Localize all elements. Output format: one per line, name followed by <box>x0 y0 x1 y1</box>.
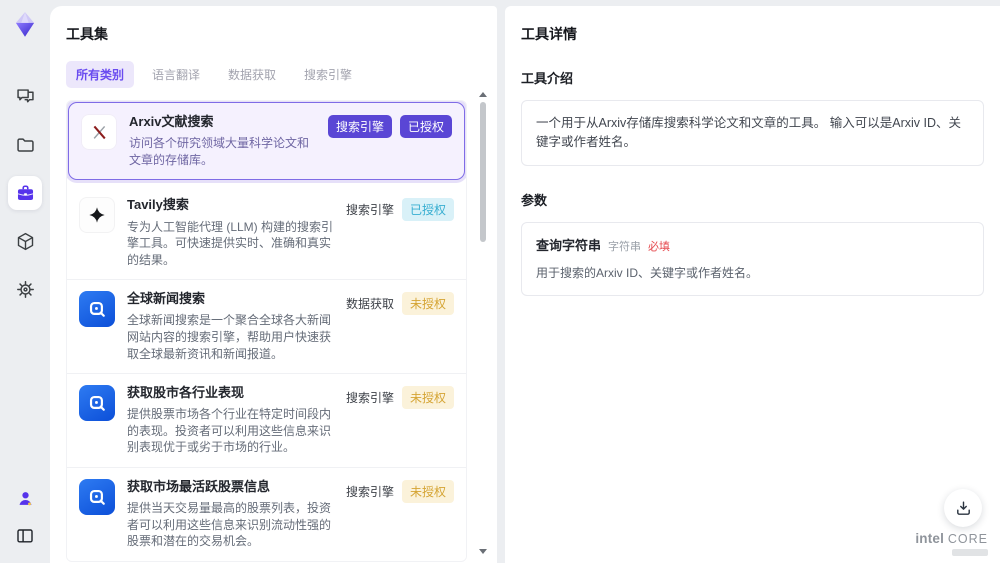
tool-description: 专为人工智能代理 (LLM) 构建的搜索引擎工具。可快速提供实时、准确和真实的结… <box>127 219 334 267</box>
tool-category-tag: 搜索引擎 <box>345 485 394 500</box>
blue-search-icon <box>79 479 115 516</box>
tool-category-tag: 数据获取 <box>345 297 394 312</box>
tool-card[interactable]: 获取股市各行业表现 提供股票市场各个行业在特定时间段内的表现。投资者可以利用这些… <box>67 374 466 469</box>
download-button[interactable] <box>944 489 982 527</box>
tool-card[interactable]: Tavily搜索 专为人工智能代理 (LLM) 构建的搜索引擎工具。可快速提供实… <box>67 186 466 281</box>
tool-tags: 数据获取 未授权 <box>345 292 454 316</box>
tool-body: 全球新闻搜索 全球新闻搜索是一个聚合全球各大新闻网站内容的搜索引擎，帮助用户快速… <box>127 291 334 362</box>
param-header: 查询字符串 字符串 必填 <box>536 236 969 256</box>
detail-title: 工具详情 <box>521 26 577 42</box>
tab-data-fetch[interactable]: 数据获取 <box>218 61 286 88</box>
tool-description: 全球新闻搜索是一个聚合全球各大新闻网站内容的搜索引擎，帮助用户快速获取全球最新资… <box>127 313 332 361</box>
tool-auth-badge: 未授权 <box>401 386 454 410</box>
tool-description: 提供股票市场各个行业在特定时间段内的表现。投资者可以利用这些信息来识别表现优于或… <box>127 407 332 455</box>
user-icon[interactable] <box>8 481 42 515</box>
tool-category-tag: 搜索引擎 <box>345 203 394 218</box>
intro-text: 一个用于从Arxiv存储库搜索科学论文和文章的工具。 输入可以是Arxiv ID… <box>536 116 962 149</box>
tool-name: 获取市场最活跃股票信息 <box>127 479 271 495</box>
tool-detail-panel: 工具详情 工具介绍 一个用于从Arxiv存储库搜索科学论文和文章的工具。 输入可… <box>505 6 1000 563</box>
brand-intel: intel <box>915 531 945 546</box>
tool-name: 获取股市各行业表现 <box>127 385 245 401</box>
arxiv-logo-icon <box>81 114 117 150</box>
settings-icon[interactable] <box>8 272 42 306</box>
tool-category-tag: 搜索引擎 <box>327 115 392 138</box>
intel-core-logo: intel CORE <box>915 531 988 546</box>
scroll-up-arrow-icon[interactable] <box>479 92 487 97</box>
intro-box: 一个用于从Arxiv存储库搜索科学论文和文章的工具。 输入可以是Arxiv ID… <box>521 100 984 166</box>
tab-search-engine[interactable]: 搜索引擎 <box>294 61 362 88</box>
left-rail <box>0 0 50 563</box>
download-icon <box>956 500 970 515</box>
param-name: 查询字符串 <box>536 237 602 253</box>
blue-search-icon <box>79 385 115 422</box>
brand-sub-badge <box>952 549 988 556</box>
toolbox-icon[interactable] <box>8 176 42 210</box>
scrollbar-thumb[interactable] <box>480 102 486 242</box>
tab-all-categories[interactable]: 所有类别 <box>66 61 135 88</box>
category-tabs: 所有类别 语言翻译 数据获取 搜索引擎 <box>66 61 481 88</box>
tool-name: 全球新闻搜索 <box>127 291 206 307</box>
page-title: 工具集 <box>66 26 108 42</box>
tool-tags: 搜索引擎 未授权 <box>345 480 454 504</box>
tool-body: 获取股市各行业表现 提供股票市场各个行业在特定时间段内的表现。投资者可以利用这些… <box>127 385 334 456</box>
param-required-badge: 必填 <box>648 240 671 253</box>
param-type: 字符串 <box>608 240 642 253</box>
folder-icon[interactable] <box>8 128 42 162</box>
tool-tags: 搜索引擎 已授权 <box>327 115 452 138</box>
tool-list-panel: 工具集 所有类别 语言翻译 数据获取 搜索引擎 Arxiv文献搜索 访问各个研究… <box>50 6 497 563</box>
tool-body: Tavily搜索 专为人工智能代理 (LLM) 构建的搜索引擎工具。可快速提供实… <box>127 197 334 268</box>
rail-bottom <box>8 481 42 563</box>
params-heading: 参数 <box>521 192 548 208</box>
tool-auth-badge: 已授权 <box>399 115 452 138</box>
param-description: 用于搜索的Arxiv ID、关键字或作者姓名。 <box>536 266 759 281</box>
tool-name: Tavily搜索 <box>127 197 189 213</box>
crystal-logo-icon[interactable] <box>8 8 42 42</box>
rail-nav <box>8 80 42 306</box>
intro-heading: 工具介绍 <box>521 71 574 86</box>
tool-list: Arxiv文献搜索 访问各个研究领域大量科学论文和文章的存储库。 搜索引擎 已授… <box>66 100 467 562</box>
panel-toggle-icon[interactable] <box>8 519 42 553</box>
tool-auth-badge: 已授权 <box>401 198 454 222</box>
tool-category-tag: 搜索引擎 <box>345 391 394 406</box>
chat-icon[interactable] <box>8 80 42 114</box>
tool-card[interactable]: 获取市场最活跃股票信息 提供当天交易量最高的股票列表，投资者可以利用这些信息来识… <box>67 468 466 561</box>
brand-core: CORE <box>947 532 988 546</box>
tool-tags: 搜索引擎 已授权 <box>345 198 454 222</box>
tool-auth-badge: 未授权 <box>401 480 454 504</box>
tool-name: Arxiv文献搜索 <box>129 114 214 129</box>
tool-description: 提供当天交易量最高的股票列表，投资者可以利用这些信息来识别流动性强的股票和潜在的… <box>127 501 332 549</box>
tool-tags: 搜索引擎 未授权 <box>345 386 454 410</box>
scrollbar <box>478 92 488 554</box>
tool-body: Arxiv文献搜索 访问各个研究领域大量科学论文和文章的存储库。 <box>129 114 316 168</box>
param-box: 查询字符串 字符串 必填 用于搜索的Arxiv ID、关键字或作者姓名。 <box>521 221 984 297</box>
blue-search-icon <box>79 291 115 328</box>
sparkle-icon <box>79 197 115 234</box>
scroll-down-arrow-icon[interactable] <box>479 549 487 554</box>
tool-card[interactable]: 全球新闻搜索 全球新闻搜索是一个聚合全球各大新闻网站内容的搜索引擎，帮助用户快速… <box>67 280 466 375</box>
tab-language-translation[interactable]: 语言翻译 <box>142 61 210 88</box>
tool-auth-badge: 未授权 <box>401 292 454 316</box>
package-icon[interactable] <box>8 224 42 258</box>
tool-description: 访问各个研究领域大量科学论文和文章的存储库。 <box>129 136 310 167</box>
tool-card[interactable]: Arxiv文献搜索 访问各个研究领域大量科学论文和文章的存储库。 搜索引擎 已授… <box>68 102 465 181</box>
tool-body: 获取市场最活跃股票信息 提供当天交易量最高的股票列表，投资者可以利用这些信息来识… <box>127 479 334 550</box>
